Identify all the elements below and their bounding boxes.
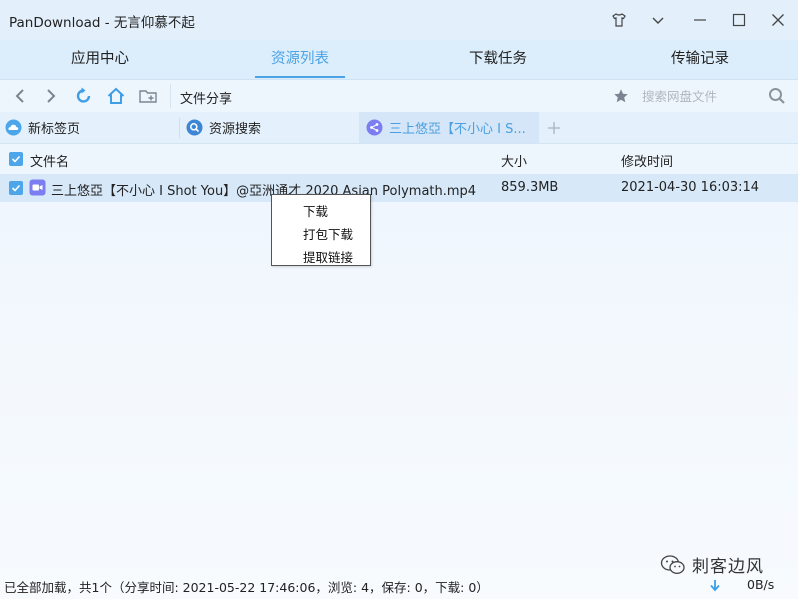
share-icon [366, 119, 383, 136]
cloud-icon [5, 119, 22, 136]
tab-transfer-history[interactable]: 传输记录 [600, 40, 798, 80]
tab-new-tab[interactable]: 新标签页 [5, 112, 175, 143]
menu-item-pack-download[interactable]: 打包下载 [303, 224, 353, 243]
tab-download-tasks[interactable]: 下载任务 [398, 40, 598, 80]
search-icon[interactable] [765, 84, 789, 108]
video-file-icon [29, 179, 46, 196]
row-checkbox[interactable] [9, 181, 23, 195]
close-icon[interactable] [766, 8, 790, 32]
tab-label: 三上悠亞【不小心 I S... [389, 122, 526, 137]
resource-tabstrip: 新标签页 资源搜索 三上悠亞【不小心 I S... [0, 112, 798, 144]
path-label: 文件分享 [180, 92, 233, 107]
tab-label: 资源搜索 [209, 122, 262, 137]
column-header-size[interactable]: 大小 [501, 151, 527, 170]
file-name: 三上悠亞【不小心 I Shot You】@亞洲通才 2020 Asian Pol… [51, 184, 477, 199]
menu-item-download[interactable]: 下载 [303, 201, 328, 220]
tab-label: 新标签页 [28, 122, 81, 137]
download-arrow-icon [710, 580, 720, 592]
maximize-icon[interactable] [727, 8, 751, 32]
app-title: PanDownload - 无言仰慕不起 [9, 15, 195, 31]
minimize-icon[interactable] [688, 8, 712, 32]
search-circle-icon [186, 119, 203, 136]
column-header-name[interactable]: 文件名 [30, 151, 69, 170]
search-input[interactable] [642, 84, 762, 108]
home-icon[interactable] [104, 84, 128, 108]
tab-divider [179, 118, 180, 138]
toolbar-divider [170, 84, 171, 108]
title-bar: PanDownload - 无言仰慕不起 [0, 0, 798, 40]
menu-item-extract-link[interactable]: 提取链接 [303, 247, 353, 266]
forward-icon[interactable] [39, 84, 63, 108]
check-icon [11, 184, 21, 192]
status-bar: 已全部加载，共1个（分享时间: 2021-05-22 17:46:06，浏览: … [0, 574, 798, 599]
select-all-checkbox[interactable] [9, 152, 23, 166]
file-size: 859.3MB [501, 180, 559, 195]
download-speed: 0B/s [747, 577, 775, 592]
column-header-modified[interactable]: 修改时间 [621, 151, 673, 170]
file-list-header: 文件名 大小 修改时间 [0, 145, 798, 173]
add-tab-icon[interactable] [544, 112, 564, 143]
toolbar: 文件分享 [0, 80, 798, 112]
star-icon[interactable] [609, 84, 633, 108]
back-icon[interactable] [8, 84, 32, 108]
tab-share-video[interactable]: 三上悠亞【不小心 I S... [359, 112, 539, 143]
context-menu: 下载 打包下载 提取链接 [271, 194, 371, 266]
file-modified: 2021-04-30 16:03:14 [621, 180, 760, 195]
refresh-icon[interactable] [72, 84, 96, 108]
menu-dropdown-icon[interactable] [646, 8, 670, 32]
tab-resource-list[interactable]: 资源列表 [200, 40, 400, 80]
main-nav: 应用中心 资源列表 下载任务 传输记录 [0, 40, 798, 80]
status-text: 已全部加载，共1个（分享时间: 2021-05-22 17:46:06，浏览: … [4, 580, 489, 595]
check-icon [11, 155, 21, 163]
wechat-logo-icon [660, 554, 685, 574]
table-row[interactable]: 三上悠亞【不小心 I Shot You】@亞洲通才 2020 Asian Pol… [0, 174, 798, 202]
tab-resource-search[interactable]: 资源搜索 [186, 112, 356, 143]
tab-app-center[interactable]: 应用中心 [0, 40, 200, 80]
new-folder-icon[interactable] [136, 84, 160, 108]
skin-shirt-icon[interactable] [607, 8, 631, 32]
